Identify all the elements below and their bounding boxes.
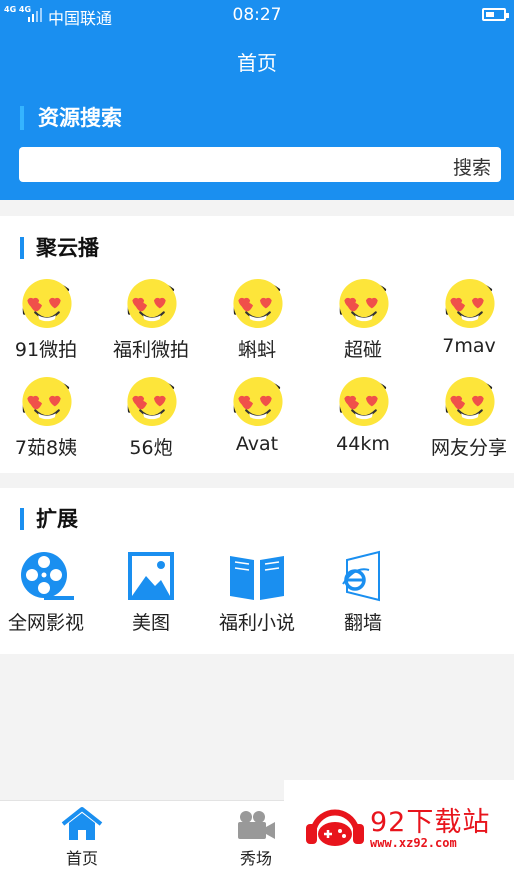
heart-eyes-emoji-icon <box>333 276 393 331</box>
ie-window-icon <box>342 550 380 602</box>
site-tile-label: 超碰 <box>343 339 382 361</box>
heart-eyes-emoji-icon <box>16 276 76 331</box>
site-tile-label: Avat <box>235 433 279 455</box>
search-input[interactable] <box>19 147 429 182</box>
heart-eyes-emoji-icon <box>439 276 499 331</box>
site-tile-7gu8yi[interactable]: 7茹8姨 <box>0 374 98 460</box>
site-tile-label: 44km <box>336 433 390 455</box>
heart-eyes-emoji-icon <box>16 374 76 429</box>
site-tile-wangyoufenxiang[interactable]: 网友分享 <box>417 374 514 460</box>
battery-icon <box>482 8 509 21</box>
heart-eyes-emoji-icon <box>439 374 499 429</box>
site-tile-56pao[interactable]: 56炮 <box>99 374 203 460</box>
site-tile-44km[interactable]: 44km <box>311 374 415 455</box>
site-tile-fuliweipai[interactable]: 福利微拍 <box>99 276 203 362</box>
status-time: 08:27 <box>232 5 282 25</box>
site-tile-label: 91微拍 <box>14 339 78 361</box>
heart-eyes-emoji-icon <box>333 374 393 429</box>
site-tile-label: 网友分享 <box>430 437 507 459</box>
video-camera-icon <box>238 811 275 839</box>
section-title-extension: 扩展 <box>20 508 78 530</box>
watermark-text: 92下载站 <box>370 807 491 838</box>
ext-tile-vpn[interactable]: 翻墙 <box>311 550 415 635</box>
ext-tile-novels[interactable]: 福利小说 <box>205 550 309 635</box>
ext-tile-label: 翻墙 <box>343 612 382 634</box>
heart-eyes-emoji-icon <box>121 374 181 429</box>
watermark-logo: 92下载站 www.xz92.com <box>284 780 514 869</box>
site-tile-label: 福利微拍 <box>112 339 189 361</box>
site-tile-chaopeng[interactable]: 超碰 <box>311 276 415 362</box>
site-tile-label: 蝌蚪 <box>237 339 276 361</box>
status-bar: 4G 4G 中国联通 08:27 <box>0 0 514 30</box>
app-header: 4G 4G 中国联通 08:27 首页 资源搜索 搜索 <box>0 0 514 200</box>
picture-icon <box>128 552 174 600</box>
tab-home[interactable]: 首页 <box>22 801 142 869</box>
site-tile-label: 7mav <box>442 335 496 357</box>
ext-tile-label: 美图 <box>131 612 170 634</box>
page-title: 首页 <box>237 51 277 75</box>
site-tile-avat[interactable]: Avat <box>205 374 309 455</box>
ext-tile-label: 福利小说 <box>218 612 295 634</box>
site-tile-label: 56炮 <box>129 437 173 459</box>
site-tile-label: 7茹8姨 <box>14 437 78 459</box>
heart-eyes-emoji-icon <box>227 374 287 429</box>
heart-eyes-emoji-icon <box>121 276 181 331</box>
heart-eyes-emoji-icon <box>227 276 287 331</box>
juyunbo-section: 聚云播 91微拍 福利微拍 蝌蚪 超碰 7mav 7茹8姨 56炮 Avat 4… <box>0 216 514 473</box>
site-tile-91weipai[interactable]: 91微拍 <box>0 276 98 362</box>
film-reel-icon <box>21 552 74 600</box>
watermark-url: www.xz92.com <box>370 836 457 850</box>
search-bar: 搜索 <box>19 147 501 182</box>
site-tile-kedou[interactable]: 蝌蚪 <box>205 276 309 362</box>
section-title-juyunbo: 聚云播 <box>20 237 99 259</box>
home-icon <box>61 807 103 840</box>
site-tile-7mav[interactable]: 7mav <box>417 276 514 357</box>
ext-tile-pictures[interactable]: 美图 <box>99 550 203 635</box>
ext-tile-label: 全网影视 <box>7 612 84 634</box>
search-heading: 资源搜索 <box>20 106 122 130</box>
open-book-icon <box>230 556 284 600</box>
tab-label: 首页 <box>65 849 98 868</box>
search-button[interactable]: 搜索 <box>453 153 491 180</box>
gamepad-logo-icon <box>306 809 364 846</box>
ext-tile-video[interactable]: 全网影视 <box>0 550 98 635</box>
extension-section: 扩展 全网影视 美图 福利小说 翻墙 <box>0 488 514 654</box>
